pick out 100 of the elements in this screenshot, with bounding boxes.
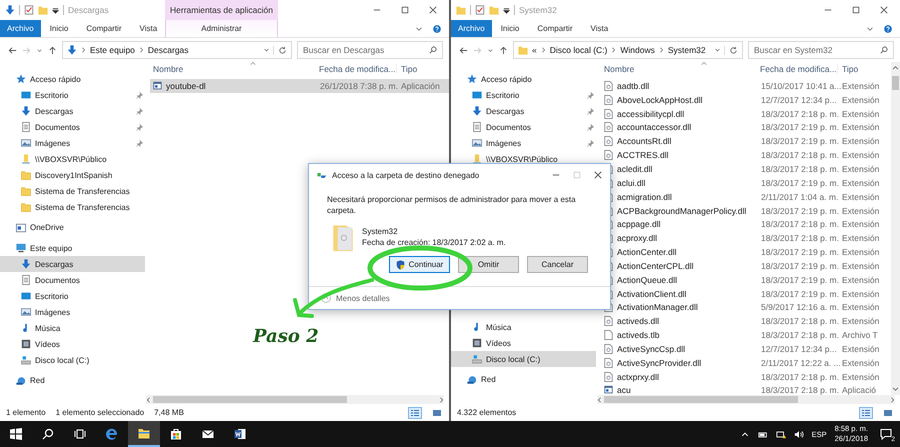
breadcrumb[interactable]: Windows (620, 45, 655, 55)
file-row[interactable]: youtube-dl 26/1/2018 7:38 p. m. Aplicación (150, 79, 449, 93)
ribbon-tab[interactable]: Inicio (40, 20, 78, 37)
help-icon[interactable] (884, 24, 892, 32)
sidebar-item[interactable]: \\VBOXSVR\Público (0, 151, 145, 167)
maximize-icon[interactable] (401, 6, 409, 14)
sidebar-item[interactable]: Imágenes (0, 304, 145, 320)
dialog-button[interactable]: Cancelar (527, 256, 588, 273)
dropdown-icon[interactable] (503, 6, 510, 14)
search-field[interactable]: Buscar en System32 (748, 41, 894, 59)
ribbon-tab[interactable]: Vista (582, 20, 618, 37)
column-header[interactable]: Tipo (837, 64, 890, 74)
scroll-right-icon[interactable] (439, 396, 444, 402)
sidebar-item[interactable]: Escritorio (0, 288, 145, 304)
sidebar-item[interactable]: Red (451, 372, 596, 388)
sidebar-item[interactable]: Escritorio (451, 87, 596, 103)
sidebar-item[interactable]: Discovery1IntSpanish (0, 167, 145, 183)
refresh-icon[interactable] (273, 46, 287, 54)
column-header[interactable]: Nombre (604, 64, 756, 74)
scroll-thumb[interactable] (604, 396, 798, 403)
file-row[interactable]: accessibilitycpl.dll 18/3/2017 2:18 p. m. Extensión (601, 106, 890, 121)
search-field[interactable]: Buscar en Descargas (297, 41, 443, 59)
sidebar-item[interactable]: Sistema de Transferencias (0, 183, 145, 199)
overflow-chevrons[interactable]: « (532, 45, 537, 55)
scroll-up-icon[interactable] (892, 65, 899, 70)
chevron-right-icon[interactable] (611, 47, 616, 53)
sidebar-item[interactable]: Música (0, 320, 145, 336)
sidebar-item[interactable]: Música (451, 319, 596, 335)
back-arrow-icon[interactable] (8, 46, 17, 54)
dialog-button[interactable]: Continuar (389, 256, 450, 273)
sidebar-item[interactable]: Escritorio (0, 87, 145, 103)
file-row[interactable]: acu 18/3/2017 2:18 p. m. Aplicació (601, 384, 890, 395)
ribbon-tab[interactable]: Compartir (528, 20, 582, 37)
horizontal-scrollbar[interactable] (597, 395, 895, 404)
details-view-icon[interactable] (860, 408, 872, 418)
chevron-right-icon[interactable] (138, 47, 144, 53)
scroll-down-icon[interactable] (892, 387, 899, 392)
sidebar-item[interactable]: Descargas (451, 103, 596, 119)
scroll-thumb[interactable] (153, 396, 347, 403)
sidebar-item[interactable]: Descargas (0, 103, 145, 119)
help-icon[interactable] (433, 24, 441, 32)
address-bar[interactable]: Este equipo Descargas (62, 41, 292, 59)
breadcrumb[interactable]: System32 (668, 45, 706, 55)
file-row[interactable]: accountaccessor.dll 18/3/2017 2:19 p. m. Extensión (601, 120, 890, 134)
up-arrow-icon[interactable] (499, 46, 508, 54)
scroll-thumb[interactable] (892, 76, 899, 90)
large-icons-view-icon[interactable] (882, 408, 894, 418)
chevron-right-icon[interactable] (81, 47, 86, 53)
chevron-right-icon[interactable] (540, 47, 546, 53)
details-toggle[interactable]: Menos detalles (336, 294, 390, 302)
file-row[interactable]: ActiveSyncCsp.dll 12/7/2017 12:34 p... Extensión (601, 342, 890, 356)
chevron-right-icon[interactable] (658, 47, 664, 53)
taskbar-button[interactable] (128, 421, 160, 447)
details-view-icon[interactable] (409, 408, 421, 418)
speaker-icon[interactable] (794, 430, 804, 438)
horizontal-scrollbar[interactable] (146, 395, 444, 404)
file-row[interactable]: ActiveSyncProvider.dll 2/11/2017 12:22 a. ...Extensión (601, 356, 890, 370)
column-header[interactable]: Fecha de modifica... (315, 64, 396, 74)
sidebar-item[interactable]: Sistema de Transferencias (0, 199, 145, 215)
sidebar-item[interactable]: Acceso rápido (0, 71, 145, 87)
ribbon-tab[interactable]: Compartir (77, 20, 130, 37)
ribbon-tab[interactable]: Vista (130, 20, 166, 37)
column-header[interactable]: Fecha de modifica... (756, 64, 837, 74)
sidebar-item[interactable]: Descargas (0, 256, 145, 272)
file-row[interactable]: AboveLockAppHost.dll 12/7/2017 12:34 p... Extensión (601, 92, 890, 107)
ribbon-tab[interactable]: Archivo (0, 20, 41, 37)
sidebar-item[interactable]: OneDrive (0, 220, 145, 236)
sidebar-item[interactable]: Acceso rápido (451, 71, 596, 87)
properties-icon[interactable] (475, 5, 485, 15)
file-row[interactable]: aadtb.dll 15/10/2017 10:41 a...Extensión (601, 79, 890, 93)
refresh-icon[interactable] (724, 46, 738, 54)
address-bar[interactable]: « Disco local (C:) Windows System32 (513, 41, 743, 59)
scroll-right-icon[interactable] (890, 396, 895, 402)
battery-icon[interactable] (758, 430, 768, 438)
dropdown-icon[interactable] (52, 6, 59, 14)
back-arrow-icon[interactable] (459, 46, 468, 54)
maximize-icon[interactable] (852, 6, 860, 14)
breadcrumb[interactable]: Este equipo (90, 45, 135, 55)
close-icon[interactable] (880, 6, 888, 14)
sidebar-item[interactable]: Imágenes (0, 135, 145, 151)
column-header[interactable]: Nombre (153, 64, 315, 74)
vertical-scrollbar[interactable] (891, 62, 900, 395)
up-arrow-icon[interactable] (48, 46, 57, 54)
download-arrow-icon[interactable] (5, 5, 15, 15)
chevron-down-icon[interactable] (715, 47, 720, 53)
file-row[interactable]: AccountsRt.dll 18/3/2017 2:19 p. m. Extensión (601, 134, 890, 148)
scroll-left-icon[interactable] (597, 396, 602, 402)
sidebar-item[interactable]: Red (0, 372, 145, 388)
sidebar-item[interactable]: Vídeos (0, 336, 145, 352)
file-row[interactable]: activeds.dll 18/3/2017 2:18 p. m. Extensión (601, 314, 890, 328)
sidebar-item[interactable]: Documentos (451, 119, 596, 135)
sidebar-item[interactable]: Disco local (C:) (0, 352, 145, 368)
file-row[interactable]: actxprxy.dll 18/3/2017 2:18 p. m. Extensión (601, 370, 890, 384)
sidebar-item[interactable]: Vídeos (451, 335, 596, 351)
sidebar-item[interactable]: Este equipo (0, 240, 145, 256)
sidebar-item[interactable]: Imágenes (451, 135, 596, 151)
chevron-down-icon[interactable] (866, 24, 874, 32)
scroll-left-icon[interactable] (146, 396, 151, 402)
sidebar-item[interactable]: Disco local (C:) (451, 351, 596, 367)
sidebar-item[interactable]: Documentos (0, 119, 145, 135)
